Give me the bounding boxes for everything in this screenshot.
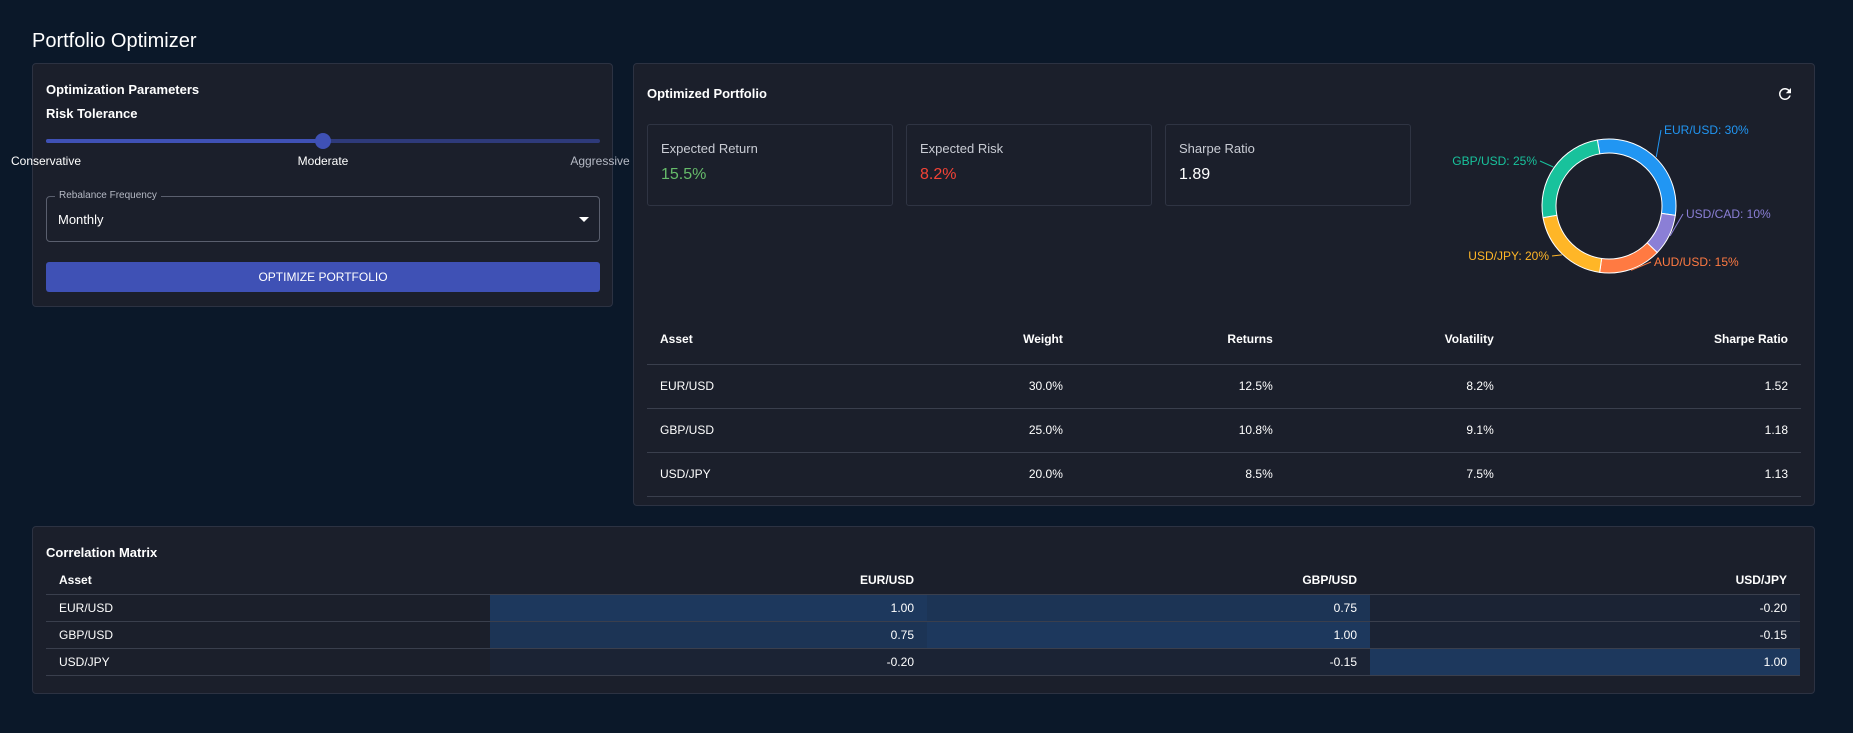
table-header-row: Asset Weight Returns Volatility Sharpe R… <box>647 314 1801 365</box>
optimized-portfolio-card: Optimized Portfolio Expected Return 15.5… <box>633 63 1815 506</box>
column-header: Returns <box>1075 314 1286 365</box>
donut-slice[interactable] <box>1542 214 1603 273</box>
column-header: Asset <box>647 314 883 365</box>
correlation-cell: -0.15 <box>927 648 1370 676</box>
donut-label-leader <box>1539 160 1554 168</box>
table-cell: 1.13 <box>1506 452 1801 497</box>
correlation-cell: -0.20 <box>490 648 927 676</box>
metric-value-sharpe-ratio: 1.89 <box>1179 166 1211 183</box>
optimize-portfolio-button[interactable]: OPTIMIZE PORTFOLIO <box>46 262 600 292</box>
optimized-portfolio-title: Optimized Portfolio <box>647 86 767 101</box>
table-cell: 1.52 <box>1506 364 1801 409</box>
refresh-icon[interactable] <box>1776 85 1794 103</box>
risk-slider-fill <box>46 139 323 143</box>
column-header: Weight <box>882 314 1076 365</box>
table-cell: 20.0% <box>882 452 1076 497</box>
slider-mark-conservative[interactable]: Conservative <box>11 154 81 168</box>
donut-label-leader <box>1551 254 1562 257</box>
donut-slice-label: GBP/USD: 25% <box>1452 154 1537 168</box>
risk-tolerance-slider[interactable] <box>46 133 600 149</box>
table-header-row: Asset EUR/USD GBP/USD USD/JPY <box>46 566 1800 595</box>
table-cell: EUR/USD <box>647 364 883 409</box>
metric-card-expected-risk: Expected Risk 8.2% <box>906 124 1152 206</box>
column-header: USD/JPY <box>1370 566 1800 595</box>
risk-slider-thumb[interactable] <box>315 133 331 149</box>
column-header: Volatility <box>1285 314 1507 365</box>
table-cell: USD/JPY <box>46 648 490 676</box>
rebalance-frequency-label: Rebalance Frequency <box>55 190 161 201</box>
column-header: EUR/USD <box>490 566 927 595</box>
correlation-cell: 1.00 <box>490 594 927 622</box>
risk-tolerance-label: Risk Tolerance <box>46 106 138 121</box>
table-row: GBP/USD 25.0% 10.8% 9.1% 1.18 <box>647 408 1801 453</box>
allocation-donut-chart: EUR/USD: 30% USD/CAD: 10% AUD/USD: 15% USD/… <box>1452 123 1771 274</box>
table-cell: 9.1% <box>1285 408 1507 453</box>
metric-card-expected-return: Expected Return 15.5% <box>647 124 893 206</box>
donut-slice-label: EUR/USD: 30% <box>1664 123 1749 137</box>
table-cell: GBP/USD <box>46 621 490 649</box>
table-cell: 12.5% <box>1075 364 1286 409</box>
rebalance-frequency-select[interactable]: Rebalance Frequency Monthly <box>46 190 600 242</box>
table-cell: USD/JPY <box>647 452 883 497</box>
correlation-cell: 1.00 <box>1370 648 1800 676</box>
metric-value-expected-risk: 8.2% <box>920 166 957 183</box>
table-cell: 10.8% <box>1075 408 1286 453</box>
donut-slice-label: USD/CAD: 10% <box>1686 207 1771 221</box>
slider-mark-aggressive[interactable]: Aggressive <box>570 154 629 168</box>
optimization-parameters-title: Optimization Parameters <box>46 82 200 97</box>
table-row: EUR/USD 1.00 0.75 -0.20 <box>46 594 1800 622</box>
table-row: USD/JPY -0.20 -0.15 1.00 <box>46 648 1800 676</box>
correlation-matrix-title: Correlation Matrix <box>46 545 158 560</box>
donut-label-leader <box>1655 129 1662 158</box>
correlation-cell: 0.75 <box>490 621 927 649</box>
metric-label: Expected Risk <box>920 141 1004 156</box>
table-row: GBP/USD 0.75 1.00 -0.15 <box>46 621 1800 649</box>
donut-slice-label: USD/JPY: 20% <box>1468 249 1549 263</box>
allocation-table: Asset Weight Returns Volatility Sharpe R… <box>647 314 1801 497</box>
table-cell: 30.0% <box>882 364 1076 409</box>
optimization-parameters-card: Optimization Parameters Risk Tolerance C… <box>11 63 630 307</box>
donut-slice[interactable] <box>1541 139 1601 219</box>
table-row: EUR/USD 30.0% 12.5% 8.2% 1.52 <box>647 364 1801 409</box>
column-header: GBP/USD <box>927 566 1370 595</box>
donut-slice[interactable] <box>1599 242 1658 274</box>
table-cell: GBP/USD <box>647 408 883 453</box>
caret-down-icon <box>579 217 589 222</box>
correlation-matrix-table: Asset EUR/USD GBP/USD USD/JPY EUR/USD 1.… <box>46 566 1800 676</box>
slider-mark-moderate[interactable]: Moderate <box>298 154 349 168</box>
rebalance-frequency-value: Monthly <box>58 212 104 227</box>
table-cell: 8.2% <box>1285 364 1507 409</box>
donut-slice-label: AUD/USD: 15% <box>1654 255 1739 269</box>
metric-card-sharpe-ratio: Sharpe Ratio 1.89 <box>1165 124 1411 206</box>
column-header: Sharpe Ratio <box>1506 314 1801 365</box>
metric-value-expected-return: 15.5% <box>661 166 707 183</box>
column-header: Asset <box>46 566 490 595</box>
table-cell: 8.5% <box>1075 452 1286 497</box>
page-title: Portfolio Optimizer <box>32 30 197 52</box>
metric-label: Sharpe Ratio <box>1179 141 1255 156</box>
correlation-cell: 1.00 <box>927 621 1370 649</box>
correlation-cell: -0.20 <box>1370 594 1800 622</box>
table-row: USD/JPY 20.0% 8.5% 7.5% 1.13 <box>647 452 1801 497</box>
donut-slice[interactable] <box>1596 138 1677 216</box>
correlation-matrix-card: Correlation Matrix Asset EUR/USD GBP/USD… <box>32 526 1815 694</box>
correlation-cell: -0.15 <box>1370 621 1800 649</box>
correlation-cell: 0.75 <box>927 594 1370 622</box>
table-cell: 25.0% <box>882 408 1076 453</box>
table-cell: EUR/USD <box>46 594 490 622</box>
metric-label: Expected Return <box>661 141 758 156</box>
table-cell: 1.18 <box>1506 408 1801 453</box>
table-cell: 7.5% <box>1285 452 1507 497</box>
